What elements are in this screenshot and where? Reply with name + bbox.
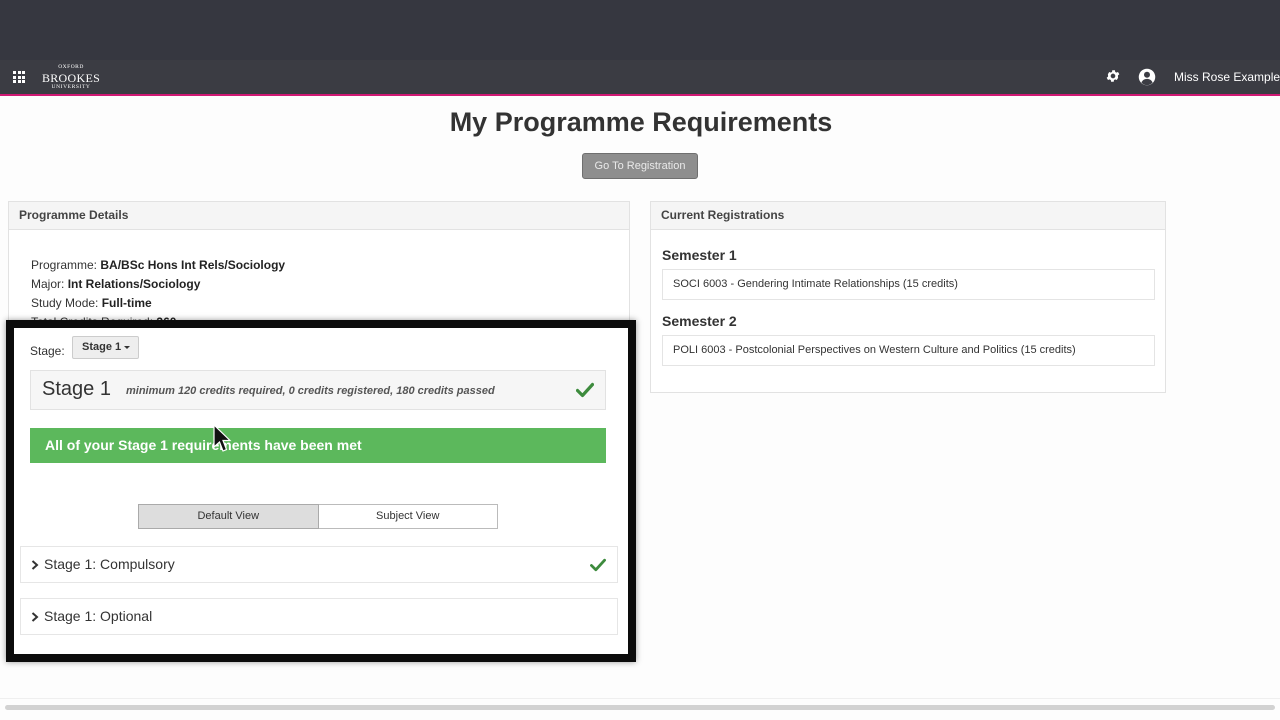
view-toggle: Default View Subject View [138, 504, 498, 529]
programme-value: BA/BSc Hons Int Rels/Sociology [100, 258, 286, 272]
semester-2-title: Semester 2 [662, 313, 737, 329]
horizontal-scrollbar[interactable] [0, 698, 1280, 720]
programme-label: Programme: [31, 258, 98, 272]
semester-1-module[interactable]: SOCI 6003 - Gendering Intimate Relations… [662, 269, 1155, 300]
logo-line-3: UNIVERSITY [51, 83, 91, 90]
browser-top-area [0, 0, 1280, 60]
apps-grid-icon[interactable] [13, 71, 25, 83]
university-logo[interactable]: OXFORD BROOKES UNIVERSITY [40, 64, 102, 90]
page-title: My Programme Requirements [449, 107, 833, 137]
chevron-right-icon [31, 612, 39, 622]
logo-line-2: BROOKES [41, 70, 101, 85]
mouse-cursor-icon [213, 424, 232, 452]
scrollbar-thumb[interactable] [5, 705, 1275, 710]
major-line: Major: Int Relations/Sociology [31, 277, 200, 291]
programme-details-heading: Programme Details [9, 202, 629, 230]
requirements-met-alert: All of your Stage 1 requirements have be… [30, 428, 606, 463]
checkmark-icon [590, 558, 606, 572]
chevron-right-icon [31, 560, 39, 570]
major-value: Int Relations/Sociology [67, 277, 201, 291]
logo-line-1: OXFORD [58, 64, 84, 70]
stage-requirements-highlight: Stage: Stage 1 Stage 1 minimum 120 credi… [6, 320, 636, 662]
accordion-title: Stage 1: Optional [44, 608, 153, 624]
accordion-stage-compulsory[interactable]: Stage 1: Compulsory [20, 546, 618, 583]
go-to-registration-button[interactable]: Go To Registration [582, 153, 698, 179]
study-mode-line: Study Mode: Full-time [31, 296, 152, 310]
study-mode-label: Study Mode: [31, 296, 99, 310]
major-label: Major: [31, 277, 65, 291]
subject-view-button[interactable]: Subject View [318, 504, 498, 529]
programme-line: Programme: BA/BSc Hons Int Rels/Sociolog… [31, 258, 285, 272]
stage-name: Stage 1 [42, 378, 111, 400]
gear-icon[interactable] [1105, 68, 1121, 84]
stage-dropdown-value: Stage 1 [82, 341, 122, 353]
top-navbar: OXFORD BROOKES UNIVERSITY Miss Rose Exam… [0, 60, 1280, 96]
accordion-stage-optional[interactable]: Stage 1: Optional [20, 598, 618, 635]
current-registrations-heading: Current Registrations [651, 202, 1165, 230]
user-name[interactable]: Miss Rose Example [1174, 70, 1280, 84]
stage-selector-label: Stage: [30, 344, 65, 358]
stage-summary-bar: Stage 1 minimum 120 credits required, 0 … [30, 370, 606, 410]
semester-2-module[interactable]: POLI 6003 - Postcolonial Perspectives on… [662, 335, 1155, 366]
checkmark-icon [576, 382, 594, 398]
caret-down-icon [124, 345, 131, 349]
stage-dropdown[interactable]: Stage 1 [72, 336, 139, 359]
user-avatar-icon[interactable] [1138, 68, 1156, 86]
study-mode-value: Full-time [101, 296, 152, 310]
current-registrations-panel: Current Registrations Semester 1 SOCI 60… [650, 201, 1166, 393]
default-view-button[interactable]: Default View [138, 504, 319, 529]
programme-details-panel: Programme Details Programme: BA/BSc Hons… [8, 201, 630, 331]
semester-1-title: Semester 1 [662, 247, 737, 263]
stage-credits-info: minimum 120 credits required, 0 credits … [126, 385, 495, 397]
accordion-title: Stage 1: Compulsory [44, 556, 175, 572]
